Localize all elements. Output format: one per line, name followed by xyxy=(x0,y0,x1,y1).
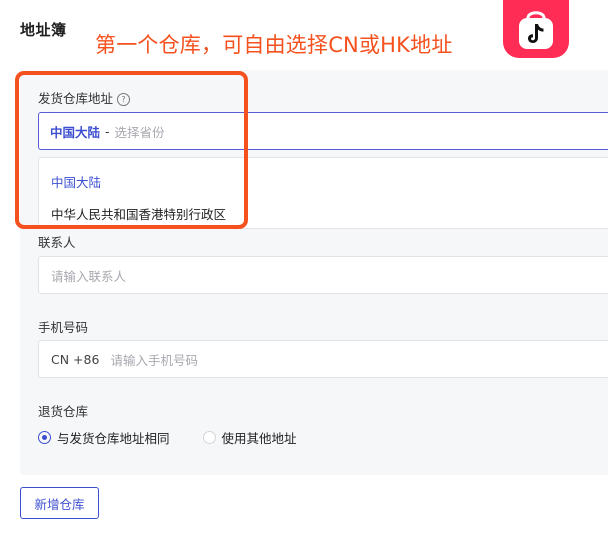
radio-same-address[interactable] xyxy=(38,431,51,444)
radio-same-address-label[interactable]: 与发货仓库地址相同 xyxy=(57,428,170,447)
contact-input[interactable]: 请输入联系人 xyxy=(38,256,608,294)
phone-input-placeholder: 请输入手机号码 xyxy=(110,352,198,368)
annotation-text: 第一个仓库，可自由选择CN或HK地址 xyxy=(95,33,453,57)
phone-label: 手机号码 xyxy=(38,320,89,335)
annotation-highlight-box xyxy=(15,71,248,229)
contact-input-placeholder: 请输入联系人 xyxy=(51,268,127,284)
return-warehouse-label: 退货仓库 xyxy=(38,404,89,419)
return-warehouse-radio-group: 与发货仓库地址相同 使用其他地址 xyxy=(38,428,297,447)
phone-input[interactable]: CN +86 请输入手机号码 xyxy=(38,340,608,378)
contact-label: 联系人 xyxy=(38,235,76,250)
phone-country-code[interactable]: CN +86 xyxy=(51,352,99,367)
page-title: 地址簿 xyxy=(20,21,67,39)
add-warehouse-button[interactable]: 新增仓库 xyxy=(20,487,99,519)
radio-other-address[interactable] xyxy=(202,431,216,444)
tiktok-shop-logo xyxy=(503,0,569,58)
tiktok-shop-bag-icon xyxy=(519,11,553,49)
radio-other-address-label[interactable]: 使用其他地址 xyxy=(222,428,297,447)
